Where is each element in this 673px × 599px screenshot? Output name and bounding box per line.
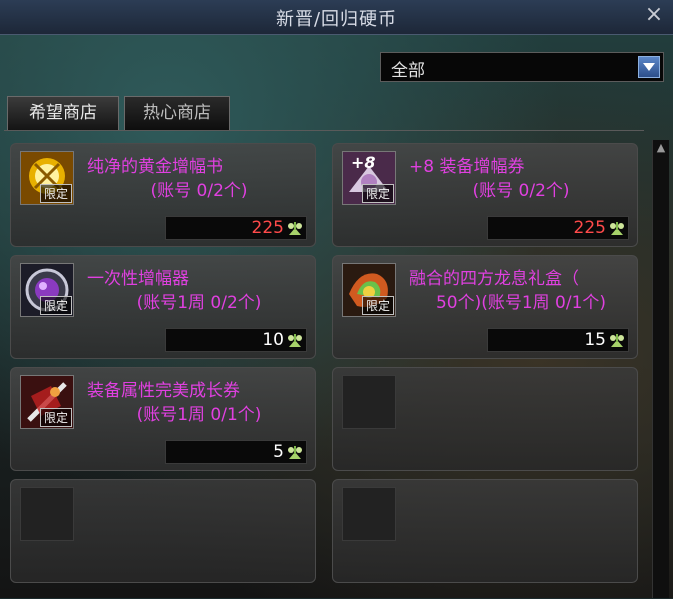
amplifier-icon: 限定 [20, 263, 74, 317]
limited-badge: 限定 [39, 408, 72, 427]
dragon-breath-box-icon: 限定 [342, 263, 396, 317]
item-name: 一次性增幅器 [87, 269, 189, 289]
item-limit: (账号1周 0/2个) [136, 293, 262, 313]
scrollbar[interactable]: ▲ [652, 140, 669, 598]
title-bar: 新晋/回归硬币 × [0, 0, 673, 35]
golden-amplify-book-icon: 限定 [20, 151, 74, 205]
price-box: 10 [165, 328, 307, 352]
item-limit: (账号 0/2个) [472, 181, 570, 201]
item-price: 225 [573, 218, 606, 238]
item-name: 纯净的黄金增幅书 [87, 157, 223, 177]
dropdown-selected-value: 全部 [391, 61, 425, 81]
empty-item-slot [332, 367, 638, 471]
shop-item-card[interactable]: 限定 纯净的黄金增幅书 (账号 0/2个) 225 [10, 143, 316, 247]
limited-badge: 限定 [361, 184, 394, 203]
shop-item-card[interactable]: +8 限定 +8 装备增幅券 (账号 0/2个) 225 [332, 143, 638, 247]
item-name: 装备属性完美成长券 [87, 381, 240, 401]
empty-item-slot [10, 479, 316, 583]
growth-ticket-icon: 限定 [20, 375, 74, 429]
item-price: 225 [251, 218, 284, 238]
price-box: 225 [165, 216, 307, 240]
plus8-overlay: +8 [351, 153, 376, 172]
item-limit: (账号 0/2个) [150, 181, 248, 201]
tab-warm-shop[interactable]: 热心商店 [124, 96, 230, 130]
item-price: 10 [262, 330, 284, 350]
item-name: 融合的四方龙息礼盒（ [409, 269, 579, 289]
amplify-ticket-icon: +8 限定 [342, 151, 396, 205]
shop-item-card[interactable]: 限定 装备属性完美成长券 (账号1周 0/1个) 5 [10, 367, 316, 471]
empty-icon-slot [342, 487, 396, 541]
scroll-up-icon[interactable]: ▲ [653, 140, 669, 156]
empty-icon-slot [342, 375, 396, 429]
empty-item-slot [332, 479, 638, 583]
item-limit: 50个)(账号1周 0/1个) [435, 293, 607, 313]
coin-icon [288, 222, 302, 235]
shop-item-card[interactable]: 限定 融合的四方龙息礼盒（ 50个)(账号1周 0/1个) 15 [332, 255, 638, 359]
item-limit: (账号1周 0/1个) [136, 405, 262, 425]
item-name: +8 装备增幅券 [409, 157, 525, 177]
coin-icon [610, 334, 624, 347]
item-price: 15 [584, 330, 606, 350]
tab-hope-shop[interactable]: 希望商店 [7, 96, 119, 130]
category-dropdown[interactable]: 全部 [380, 52, 664, 82]
close-button[interactable]: × [641, 2, 667, 28]
window-title: 新晋/回归硬币 [275, 9, 398, 30]
price-box: 5 [165, 440, 307, 464]
limited-badge: 限定 [39, 184, 72, 203]
coin-icon [610, 222, 624, 235]
shop-item-card[interactable]: 限定 一次性增幅器 (账号1周 0/2个) 10 [10, 255, 316, 359]
chevron-down-icon[interactable] [638, 56, 660, 78]
item-price: 5 [273, 442, 284, 462]
price-box: 225 [487, 216, 629, 240]
coin-icon [288, 446, 302, 459]
price-box: 15 [487, 328, 629, 352]
coin-icon [288, 334, 302, 347]
limited-badge: 限定 [39, 296, 72, 315]
empty-icon-slot [20, 487, 74, 541]
limited-badge: 限定 [361, 296, 394, 315]
